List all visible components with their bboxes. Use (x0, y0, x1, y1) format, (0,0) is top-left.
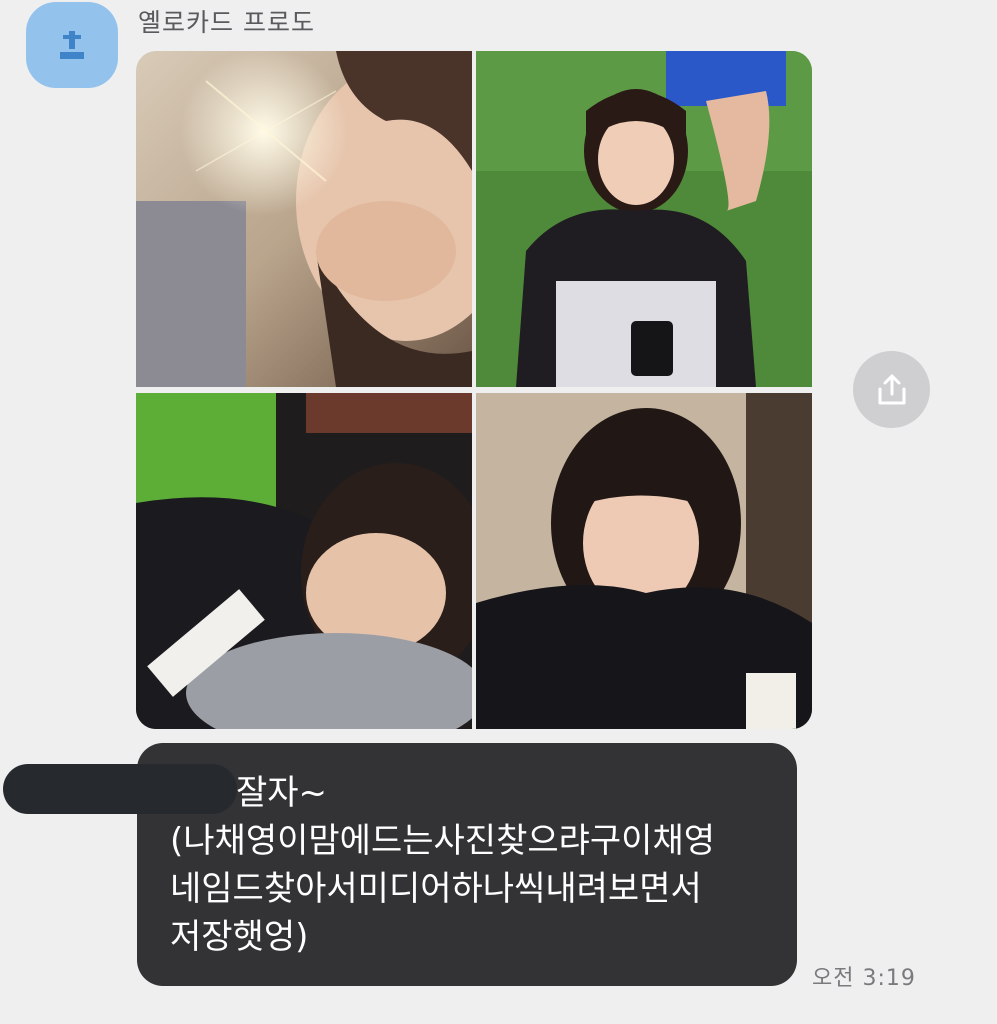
photo-3[interactable] (136, 393, 472, 729)
photo-1[interactable] (136, 51, 472, 387)
sender-name: 옐로카드 프로도 (138, 8, 315, 37)
message-bubble[interactable]: 잘자~ (나채영이맘에드는사진찾으랴구이채영 네임드찾아서미디어하나씩내려보면서… (137, 743, 797, 986)
redaction-mark (3, 764, 237, 814)
message-line-2: (나채영이맘에드는사진찾으랴구이채영 (170, 821, 716, 861)
message-timestamp: 오전 3:19 (812, 966, 916, 991)
profile-icon (60, 31, 84, 59)
share-icon (878, 374, 905, 404)
photo-message (136, 51, 812, 729)
photo-4[interactable] (476, 393, 812, 729)
share-button[interactable] (853, 351, 930, 428)
sender-avatar[interactable] (26, 2, 118, 88)
message-line-4: 저장햇엉) (170, 917, 309, 957)
message-line-3: 네임드찾아서미디어하나씩내려보면서 (170, 869, 702, 909)
message-text: 잘자~ (나채영이맘에드는사진찾으랴구이채영 네임드찾아서미디어하나씩내려보면서… (170, 769, 715, 961)
photo-2[interactable] (476, 51, 812, 387)
